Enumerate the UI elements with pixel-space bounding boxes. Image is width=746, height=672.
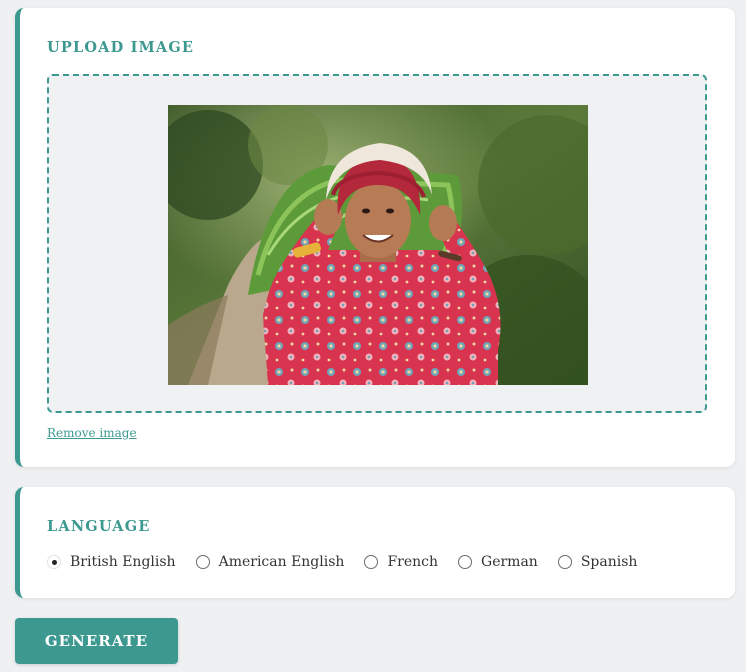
radio-option-french[interactable]: French: [364, 554, 438, 570]
radio-option-american-english[interactable]: American English: [195, 554, 345, 570]
upload-image-title: UPLOAD IMAGE: [47, 39, 195, 56]
radio-option-british-english[interactable]: British English: [47, 554, 176, 570]
radio-button[interactable]: [458, 555, 473, 569]
language-radio-group: British English American English French …: [47, 554, 657, 570]
language-title: LANGUAGE: [47, 518, 151, 535]
radio-option-german[interactable]: German: [458, 554, 538, 570]
radio-button[interactable]: [557, 555, 572, 569]
uploaded-image: [168, 105, 588, 385]
remove-image-link[interactable]: Remove image: [47, 426, 137, 440]
language-card: LANGUAGE British English American Englis…: [15, 487, 735, 598]
radio-button[interactable]: [195, 555, 210, 569]
radio-button-checked[interactable]: [47, 555, 61, 569]
radio-label: American English: [218, 554, 345, 570]
image-dropzone[interactable]: [47, 74, 707, 413]
radio-label: British English: [70, 554, 176, 570]
generate-button[interactable]: GENERATE: [15, 618, 178, 664]
radio-label: German: [481, 554, 538, 570]
radio-option-spanish[interactable]: Spanish: [557, 554, 638, 570]
upload-image-card: UPLOAD IMAGE Remove image: [15, 8, 735, 467]
radio-label: Spanish: [580, 554, 638, 570]
radio-button[interactable]: [364, 555, 379, 569]
radio-label: French: [387, 554, 439, 570]
